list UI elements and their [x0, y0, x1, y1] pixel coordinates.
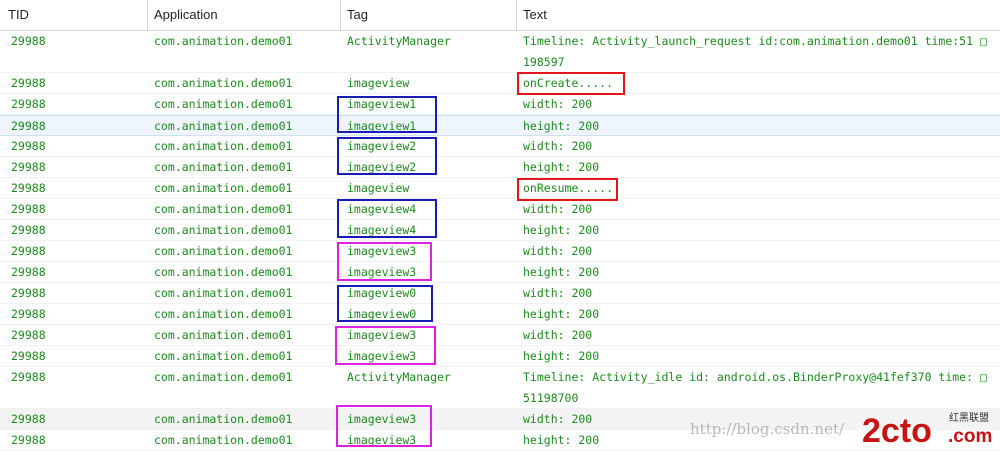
tid-cell: 29988	[11, 119, 46, 133]
application-cell: com.animation.demo01	[154, 76, 293, 90]
application-cell: com.animation.demo01	[154, 328, 293, 342]
tid-cell: 29988	[11, 34, 46, 48]
text-cell: height: 200	[523, 119, 600, 133]
text-cell: height: 200	[523, 223, 600, 237]
tid-cell: 29988	[11, 307, 46, 321]
application-cell: com.animation.demo01	[154, 119, 293, 133]
application-cell: com.animation.demo01	[154, 412, 293, 426]
table-row[interactable]: 29988 com.animation.demo01 imageview0 he…	[0, 304, 1000, 325]
application-cell: com.animation.demo01	[154, 202, 293, 216]
column-header: TID Application Tag Text	[0, 0, 1000, 31]
tid-cell: 29988	[11, 433, 46, 447]
column-header-tid[interactable]: TID	[0, 0, 148, 30]
tid-cell: 29988	[11, 139, 46, 153]
text-cell: Timeline: Activity_launch_request id:com…	[523, 34, 987, 69]
column-header-application[interactable]: Application	[148, 0, 341, 30]
tag-cell: imageview3	[347, 412, 417, 426]
text-cell: onCreate.....	[523, 76, 614, 90]
tag-cell: imageview1	[347, 119, 417, 133]
tid-cell: 29988	[11, 370, 46, 384]
application-cell: com.animation.demo01	[154, 265, 293, 279]
table-row[interactable]: 29988 com.animation.demo01 imageview onR…	[0, 178, 1000, 199]
tag-cell: ActivityManager	[347, 34, 451, 48]
application-cell: com.animation.demo01	[154, 433, 293, 447]
text-cell: height: 200	[523, 433, 600, 447]
tid-cell: 29988	[11, 160, 46, 174]
tid-cell: 29988	[11, 328, 46, 342]
table-row[interactable]: 29988 com.animation.demo01 imageview3 he…	[0, 346, 1000, 367]
table-row[interactable]: 29988 com.animation.demo01 imageview onC…	[0, 73, 1000, 94]
table-row[interactable]: 29988 com.animation.demo01 imageview3 he…	[0, 430, 1000, 451]
tag-cell: imageview3	[347, 265, 417, 279]
tag-cell: imageview1	[347, 97, 417, 111]
tag-cell: imageview3	[347, 244, 417, 258]
text-cell: height: 200	[523, 160, 600, 174]
tag-cell: imageview4	[347, 202, 417, 216]
application-cell: com.animation.demo01	[154, 181, 293, 195]
application-cell: com.animation.demo01	[154, 349, 293, 363]
column-header-text[interactable]: Text	[517, 0, 1000, 30]
tag-cell: imageview0	[347, 307, 417, 321]
table-row[interactable]: 29988 com.animation.demo01 ActivityManag…	[0, 31, 1000, 73]
text-cell: height: 200	[523, 307, 600, 321]
text-cell: width: 200	[523, 286, 593, 300]
table-row[interactable]: 29988 com.animation.demo01 imageview3 wi…	[0, 241, 1000, 262]
tid-cell: 29988	[11, 265, 46, 279]
text-cell: width: 200	[523, 328, 593, 342]
table-row[interactable]: 29988 com.animation.demo01 imageview2 wi…	[0, 136, 1000, 157]
text-cell: width: 200	[523, 244, 593, 258]
tag-cell: imageview3	[347, 349, 417, 363]
text-cell: width: 200	[523, 97, 593, 111]
tid-cell: 29988	[11, 202, 46, 216]
application-cell: com.animation.demo01	[154, 34, 293, 48]
text-cell: width: 200	[523, 412, 593, 426]
text-cell: width: 200	[523, 139, 593, 153]
text-cell: width: 200	[523, 202, 593, 216]
application-cell: com.animation.demo01	[154, 244, 293, 258]
column-header-tag[interactable]: Tag	[341, 0, 517, 30]
table-row[interactable]: 29988 com.animation.demo01 imageview2 he…	[0, 157, 1000, 178]
tid-cell: 29988	[11, 223, 46, 237]
text-cell: height: 200	[523, 265, 600, 279]
table-row[interactable]: 29988 com.animation.demo01 imageview3 wi…	[0, 409, 1000, 430]
tid-cell: 29988	[11, 244, 46, 258]
application-cell: com.animation.demo01	[154, 286, 293, 300]
tag-cell: imageview3	[347, 433, 417, 447]
tag-cell: imageview3	[347, 328, 417, 342]
tid-cell: 29988	[11, 412, 46, 426]
application-cell: com.animation.demo01	[154, 160, 293, 174]
application-cell: com.animation.demo01	[154, 307, 293, 321]
tag-cell: imageview0	[347, 286, 417, 300]
table-row[interactable]: 29988 com.animation.demo01 imageview4 wi…	[0, 199, 1000, 220]
tag-cell: imageview2	[347, 139, 417, 153]
tid-cell: 29988	[11, 97, 46, 111]
tag-cell: imageview	[347, 76, 410, 90]
tid-cell: 29988	[11, 181, 46, 195]
table-row[interactable]: 29988 com.animation.demo01 imageview4 he…	[0, 220, 1000, 241]
tag-cell: imageview	[347, 181, 410, 195]
text-cell: Timeline: Activity_idle id: android.os.B…	[523, 370, 987, 405]
table-row[interactable]: 29988 com.animation.demo01 imageview3 he…	[0, 262, 1000, 283]
table-row[interactable]: 29988 com.animation.demo01 imageview1 wi…	[0, 94, 1000, 115]
application-cell: com.animation.demo01	[154, 370, 293, 384]
application-cell: com.animation.demo01	[154, 139, 293, 153]
table-row[interactable]: 29988 com.animation.demo01 imageview0 wi…	[0, 283, 1000, 304]
tid-cell: 29988	[11, 76, 46, 90]
text-cell: onResume.....	[523, 181, 614, 195]
tag-cell: imageview4	[347, 223, 417, 237]
tag-cell: imageview2	[347, 160, 417, 174]
log-table: 29988 com.animation.demo01 ActivityManag…	[0, 31, 1000, 451]
table-row-selected[interactable]: 29988 com.animation.demo01 imageview1 he…	[0, 115, 1000, 136]
tid-cell: 29988	[11, 286, 46, 300]
table-row[interactable]: 29988 com.animation.demo01 imageview3 wi…	[0, 325, 1000, 346]
text-cell: height: 200	[523, 349, 600, 363]
application-cell: com.animation.demo01	[154, 97, 293, 111]
tag-cell: ActivityManager	[347, 370, 451, 384]
table-row[interactable]: 29988 com.animation.demo01 ActivityManag…	[0, 367, 1000, 409]
tid-cell: 29988	[11, 349, 46, 363]
application-cell: com.animation.demo01	[154, 223, 293, 237]
